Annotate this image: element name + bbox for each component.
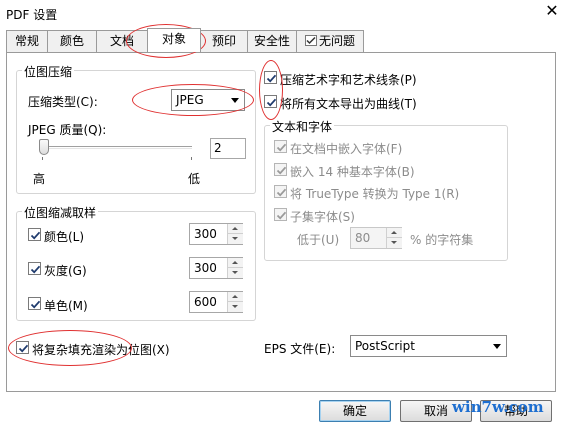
spinner-up-icon[interactable]: [228, 292, 243, 302]
spinner-up-icon[interactable]: [387, 228, 402, 238]
spinner-buttons: [227, 258, 243, 278]
truetype-to-type1-checkbox[interactable]: [274, 185, 287, 198]
tab-strip: 常规 颜色 文档 对象 预印 安全性 无问题: [6, 28, 556, 52]
tab-objects[interactable]: 对象: [147, 28, 201, 52]
tab-label: 对象: [161, 32, 186, 46]
tab-label: 预印: [211, 34, 236, 48]
tab-label: 安全性: [253, 34, 290, 48]
embed-fonts-checkbox[interactable]: [274, 140, 287, 153]
mono-downsample-checkbox[interactable]: [28, 297, 41, 310]
mono-resolution-spinner[interactable]: 600: [189, 291, 243, 313]
mono-downsample-label: 单色(M): [44, 299, 88, 313]
chevron-down-icon: [493, 344, 501, 349]
tab-label: 常规: [14, 34, 39, 48]
below-label: 低于(U): [297, 233, 340, 247]
jpeg-quality-input[interactable]: 2: [210, 138, 246, 159]
text-as-curves-label: 将所有文本导出为曲线(T): [280, 97, 417, 111]
spinner-value: 80: [355, 231, 371, 245]
tab-label: 颜色: [59, 34, 84, 48]
compression-type-label: 压缩类型(C):: [28, 95, 98, 109]
close-icon[interactable]: ✕: [544, 2, 560, 20]
text-as-curves-checkbox[interactable]: [264, 95, 277, 108]
spinner-down-icon[interactable]: [387, 238, 402, 248]
tab-document[interactable]: 文档: [96, 30, 148, 52]
tab-security[interactable]: 安全性: [247, 30, 297, 52]
slider-tick: [191, 157, 192, 160]
gray-resolution-spinner[interactable]: 300: [189, 257, 243, 279]
spinner-down-icon[interactable]: [228, 234, 243, 244]
truetype-to-type1-label: 将 TrueType 转换为 Type 1(R): [290, 187, 460, 201]
render-complex-fill-checkbox[interactable]: [16, 341, 29, 354]
color-downsample-label: 颜色(L): [44, 230, 85, 244]
embed-14-fonts-label: 嵌入 14 种基本字体(B): [290, 165, 415, 179]
spinner-value: 300: [194, 227, 217, 241]
watermark-text: win7w.com: [452, 398, 544, 416]
spinner-up-icon[interactable]: [228, 224, 243, 234]
slider-tick: [42, 157, 43, 160]
tab-general[interactable]: 常规: [6, 30, 48, 52]
gray-downsample-checkbox[interactable]: [28, 262, 41, 275]
tab-prepress[interactable]: 预印: [200, 30, 248, 52]
tab-color[interactable]: 颜色: [47, 30, 97, 52]
compress-art-label: 压缩艺术字和艺术线条(P): [280, 73, 417, 87]
group-title: 文本和字体: [270, 118, 335, 135]
tab-label: 文档: [109, 34, 134, 48]
spinner-down-icon[interactable]: [228, 302, 243, 312]
color-resolution-spinner[interactable]: 300: [189, 223, 243, 245]
spinner-buttons: [386, 228, 402, 248]
window-title: PDF 设置: [6, 8, 58, 22]
group-title: 位图压缩: [22, 63, 75, 80]
subset-fonts-label: 子集字体(S): [290, 210, 355, 224]
chevron-down-icon: [231, 98, 239, 103]
spinner-up-icon[interactable]: [228, 258, 243, 268]
subset-threshold-spinner[interactable]: 80: [350, 227, 402, 249]
spinner-value: 600: [194, 295, 217, 309]
gray-downsample-label: 灰度(G): [44, 264, 87, 278]
spinner-buttons: [227, 224, 243, 244]
compress-art-checkbox[interactable]: [264, 71, 277, 84]
render-complex-fill-label: 将复杂填充渲染为位图(X): [32, 343, 170, 357]
eps-file-label: EPS 文件(E):: [264, 342, 336, 356]
slider-high-label: 高: [33, 172, 46, 186]
subset-fonts-checkbox[interactable]: [274, 208, 287, 221]
spinner-down-icon[interactable]: [228, 268, 243, 278]
select-value: JPEG: [176, 93, 204, 107]
compression-type-select[interactable]: JPEG: [171, 89, 245, 111]
slider-low-label: 低: [188, 172, 201, 186]
color-downsample-checkbox[interactable]: [28, 228, 41, 241]
tab-no-issues[interactable]: 无问题: [296, 30, 364, 52]
below-suffix-label: % 的字符集: [410, 233, 474, 247]
group-title: 位图缩减取样: [22, 204, 99, 221]
select-value: PostScript: [355, 339, 415, 353]
jpeg-quality-label: JPEG 质量(Q):: [28, 123, 107, 137]
embed-14-fonts-checkbox[interactable]: [274, 163, 287, 176]
tab-label: 无问题: [318, 34, 355, 48]
check-doc-icon: [304, 32, 317, 46]
quality-slider-track[interactable]: [42, 146, 192, 149]
ok-button[interactable]: 确定: [319, 400, 391, 422]
quality-slider-thumb[interactable]: [39, 139, 49, 155]
spinner-buttons: [227, 292, 243, 312]
spinner-value: 300: [194, 261, 217, 275]
eps-file-select[interactable]: PostScript: [350, 335, 507, 357]
embed-fonts-label: 在文档中嵌入字体(F): [290, 142, 403, 156]
title-bar: [0, 0, 562, 28]
